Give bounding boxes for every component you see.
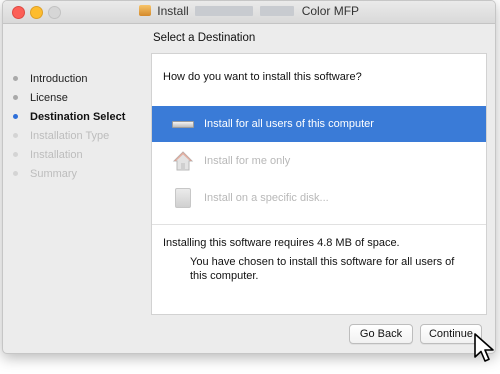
install-question: How do you want to install this software… [163, 71, 362, 83]
step-label: Installation Type [30, 129, 110, 142]
option-label: Install on a specific disk... [204, 192, 329, 204]
go-back-button[interactable]: Go Back [349, 324, 413, 344]
option-install-specific-disk[interactable]: Install on a specific disk... [152, 180, 486, 216]
title-bar[interactable]: Install Color MFP [3, 1, 495, 24]
option-install-me-only[interactable]: Install for me only [152, 143, 486, 179]
page-title: Select a Destination [153, 32, 256, 44]
drive-icon [172, 113, 194, 135]
home-folder-icon [172, 150, 194, 172]
package-icon [138, 5, 151, 16]
destination-panel: How do you want to install this software… [151, 53, 487, 315]
step-dot-icon [13, 76, 18, 81]
option-install-all-users[interactable]: Install for all users of this computer [152, 106, 486, 142]
step-dot-icon [13, 152, 18, 157]
step-introduction: Introduction [13, 69, 125, 88]
step-summary: Summary [13, 164, 125, 183]
step-dot-icon [13, 171, 18, 176]
divider [152, 224, 486, 225]
redacted-text [195, 6, 253, 16]
space-requirement-text: Installing this software requires 4.8 MB… [163, 237, 400, 249]
step-installation-type: Installation Type [13, 126, 125, 145]
step-label: Introduction [30, 72, 88, 85]
option-label: Install for all users of this computer [204, 118, 374, 130]
option-label: Install for me only [204, 155, 291, 167]
step-dot-icon [13, 95, 18, 100]
step-dot-icon [13, 133, 18, 138]
step-label: Summary [30, 167, 78, 180]
step-label: Installation [30, 148, 83, 161]
chosen-destination-text: You have chosen to install this software… [190, 256, 455, 282]
continue-button[interactable]: Continue [420, 324, 482, 344]
step-destination-select: Destination Select [13, 107, 125, 126]
window-title-prefix: Install [157, 4, 189, 18]
step-label: Destination Select [30, 110, 126, 123]
installer-window: Install Color MFP Select a Destination I… [2, 0, 496, 354]
step-license: License [13, 88, 125, 107]
window-title: Install Color MFP [3, 4, 495, 18]
redacted-text [260, 6, 295, 16]
step-label: License [30, 91, 68, 104]
mouse-pointer-icon [474, 333, 494, 368]
window-title-suffix: Color MFP [301, 4, 360, 18]
steps-sidebar: Introduction License Destination Select … [13, 69, 125, 183]
disk-icon [172, 187, 194, 209]
step-installation: Installation [13, 145, 125, 164]
step-dot-icon [13, 114, 18, 119]
